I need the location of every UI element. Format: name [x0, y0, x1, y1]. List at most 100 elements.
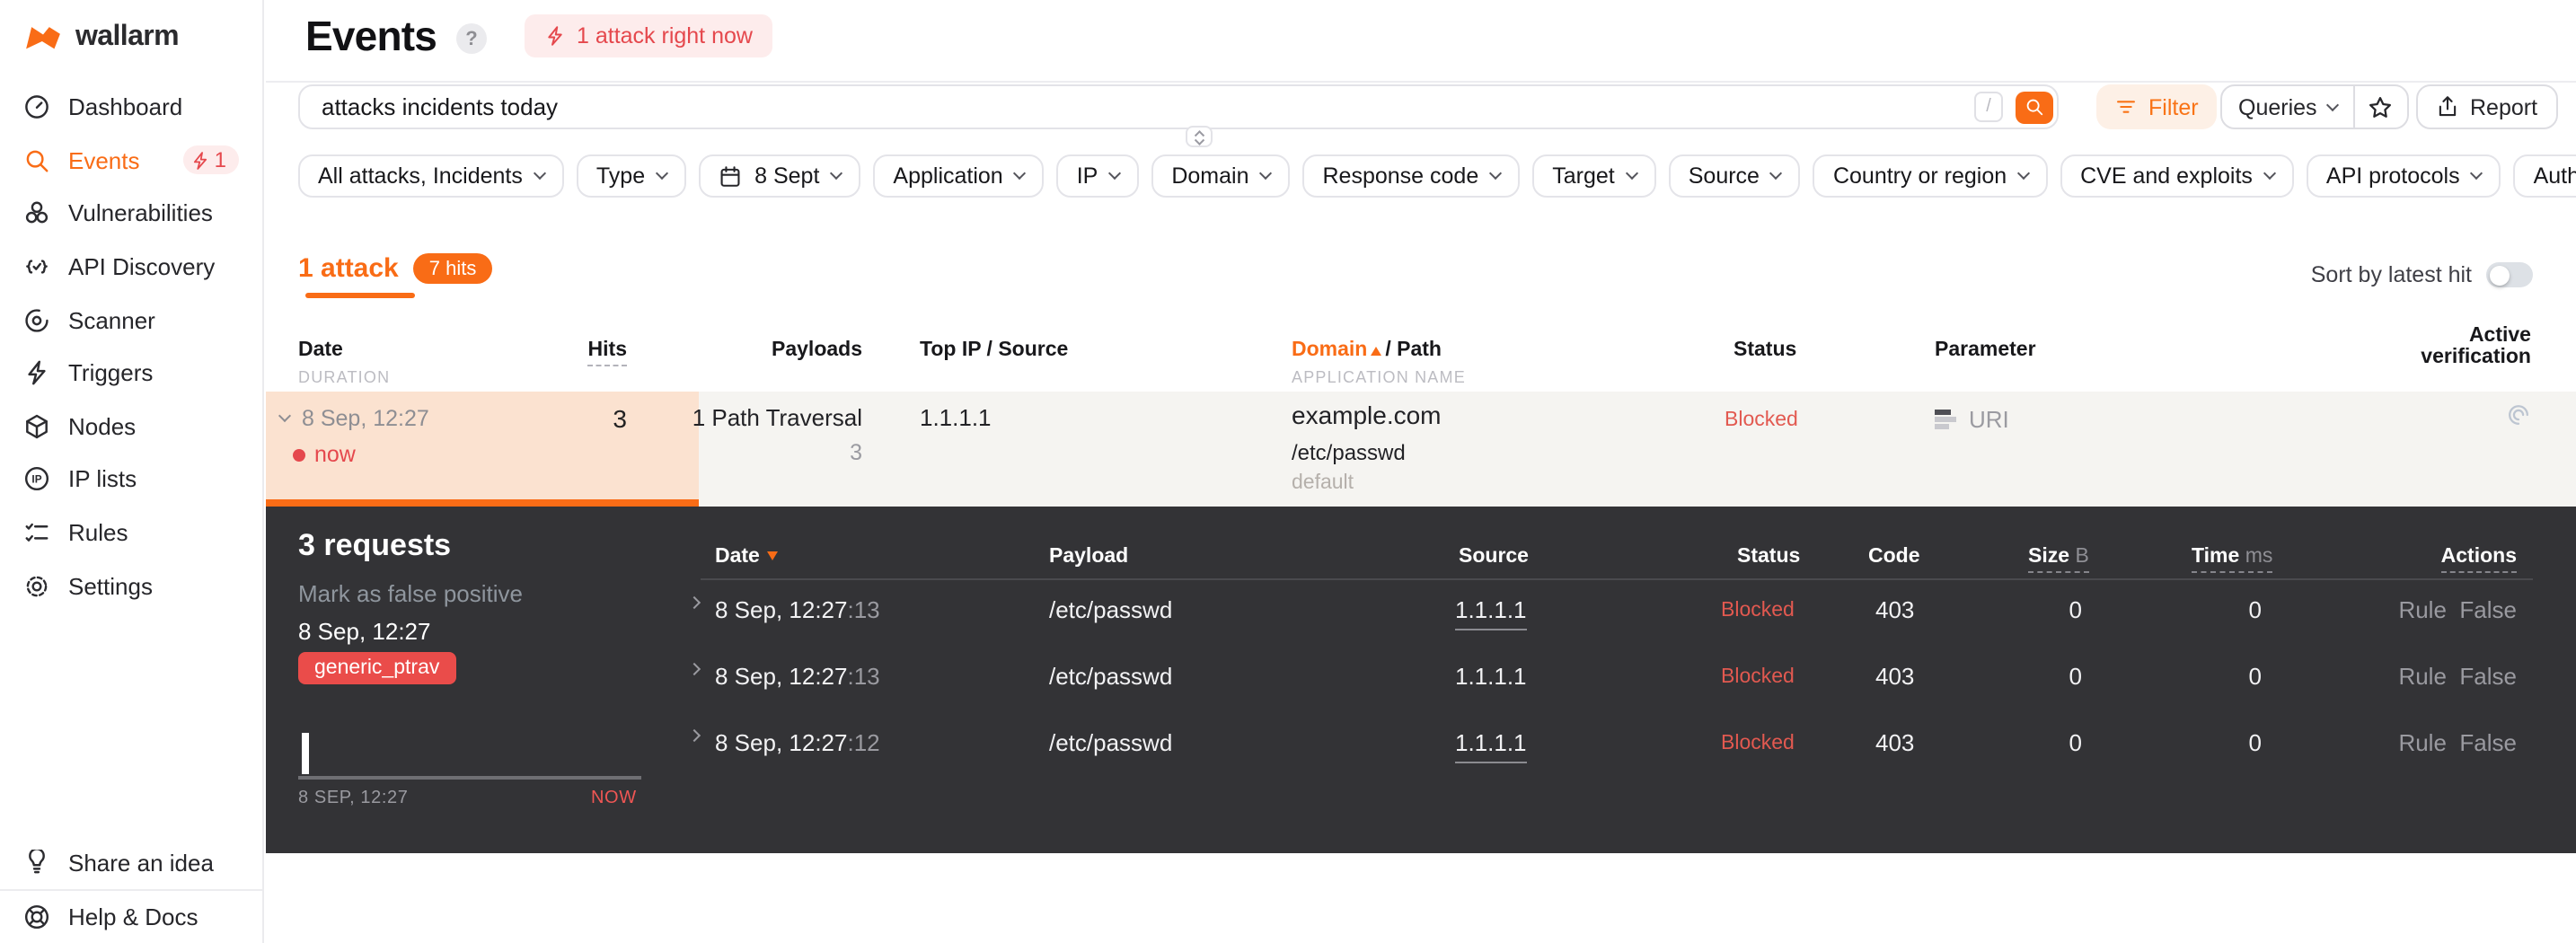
sidebar-item-scanner[interactable]: Scanner — [0, 294, 262, 347]
detail-col-actions[interactable]: Actions — [2440, 546, 2517, 573]
live-dot-icon — [293, 448, 305, 461]
search-expander[interactable] — [1186, 126, 1213, 147]
chip-application[interactable]: Application — [873, 154, 1045, 198]
col-header-active-verification: Active verification — [2421, 325, 2531, 368]
events-icon — [23, 147, 50, 174]
report-button[interactable]: Report — [2416, 84, 2558, 129]
rule-action[interactable]: Rule — [2398, 729, 2447, 756]
chip-type[interactable]: Type — [576, 154, 687, 198]
col-subheader-application-name: APPLICATION NAME — [1292, 368, 1466, 386]
settings-icon — [23, 572, 50, 599]
sort-label: Sort by latest hit — [2310, 262, 2472, 287]
api-discovery-icon — [23, 253, 50, 280]
triggers-icon — [23, 360, 50, 387]
attack-payload-count: 3 — [850, 440, 862, 465]
chip-country-region[interactable]: Country or region — [1813, 154, 2049, 198]
queries-dropdown[interactable]: Queries — [2222, 86, 2353, 128]
favorite-query-button[interactable] — [2352, 86, 2407, 128]
sidebar-item-settings[interactable]: Settings — [0, 560, 262, 613]
attack-alert-badge[interactable]: 1 attack right now — [525, 14, 772, 57]
nodes-icon — [23, 413, 50, 440]
request-size: 0 — [2069, 663, 2082, 690]
sidebar-item-vulnerabilities[interactable]: Vulnerabilities — [0, 187, 262, 240]
search-button[interactable] — [2015, 91, 2052, 123]
col-header-parameter: Parameter — [1935, 339, 2036, 361]
attack-top-ip[interactable]: 1.1.1.1 — [920, 404, 992, 431]
attack-details-panel: 3 requests Mark as false positive 8 Sep,… — [266, 507, 2576, 853]
slash-shortcut-key: / — [1974, 92, 2003, 122]
detail-col-date[interactable]: Date — [715, 546, 778, 568]
sidebar-item-help-docs[interactable]: Help & Docs — [0, 889, 262, 943]
chip-authentication[interactable]: Authentication — [2513, 154, 2576, 198]
sort-by-latest-hit: Sort by latest hit — [2311, 262, 2533, 287]
attack-date-cell[interactable]: 8 Sep, 12:27 now 3 — [266, 392, 699, 507]
attack-hits-value: 3 — [613, 404, 627, 433]
chip-cve-exploits[interactable]: CVE and exploits — [2060, 154, 2294, 198]
col-header-domain-path[interactable]: Domain / Path — [1292, 339, 1442, 361]
search-box: / — [298, 84, 2059, 129]
chevron-down-icon — [2470, 166, 2483, 181]
request-row[interactable]: 8 Sep, 12:27:13 /etc/passwd 1.1.1.1 Bloc… — [266, 593, 2576, 647]
sort-asc-icon — [1371, 347, 1382, 356]
vulnerabilities-icon — [23, 200, 50, 227]
rule-action[interactable]: Rule — [2398, 596, 2447, 623]
request-date: 8 Sep, 12:27:13 — [715, 596, 880, 623]
sidebar-item-label: Dashboard — [68, 93, 183, 121]
col-header-hits[interactable]: Hits — [587, 339, 627, 366]
request-source[interactable]: 1.1.1.1 — [1455, 663, 1527, 690]
request-source[interactable]: 1.1.1.1 — [1455, 729, 1527, 763]
false-action[interactable]: False — [2459, 596, 2517, 623]
false-action[interactable]: False — [2459, 663, 2517, 690]
request-code: 403 — [1875, 663, 1915, 690]
request-code: 403 — [1875, 596, 1915, 623]
collapse-icon[interactable] — [278, 409, 292, 423]
chip-all-attacks-incidents[interactable]: All attacks, Incidents — [298, 154, 564, 198]
events-attack-badge: 1 — [183, 145, 239, 175]
chip-target[interactable]: Target — [1532, 154, 1656, 198]
chip-ip[interactable]: IP — [1056, 154, 1140, 198]
sidebar-item-rules[interactable]: Rules — [0, 507, 262, 560]
chevron-down-icon — [533, 166, 546, 181]
sidebar-item-dashboard[interactable]: Dashboard — [0, 81, 262, 134]
search-input[interactable] — [300, 86, 1971, 128]
chip-response-code[interactable]: Response code — [1302, 154, 1521, 198]
queries-label: Queries — [2238, 94, 2317, 119]
report-button-label: Report — [2470, 94, 2538, 119]
filter-icon — [2114, 95, 2138, 119]
expand-icon[interactable] — [687, 728, 701, 743]
sidebar-item-triggers[interactable]: Triggers — [0, 347, 262, 400]
brand-logo[interactable]: wallarm — [23, 22, 180, 54]
active-verification-icon[interactable] — [2506, 402, 2531, 427]
chip-source[interactable]: Source — [1668, 154, 1801, 198]
sidebar-item-events[interactable]: Events 1 — [0, 134, 262, 187]
request-payload: /etc/passwd — [1049, 729, 1173, 756]
chip-date[interactable]: 8 Sept — [699, 154, 861, 198]
chip-api-protocols[interactable]: API protocols — [2306, 154, 2501, 198]
help-icon[interactable] — [456, 23, 487, 54]
false-action[interactable]: False — [2459, 729, 2517, 756]
request-row[interactable]: 8 Sep, 12:27:12 /etc/passwd 1.1.1.1 Bloc… — [266, 726, 2576, 780]
rule-action[interactable]: Rule — [2398, 663, 2447, 690]
sidebar-item-share-idea[interactable]: Share an idea — [0, 835, 262, 889]
request-actions: Rule False — [2398, 663, 2517, 690]
chip-domain[interactable]: Domain — [1151, 154, 1291, 198]
detail-col-time[interactable]: Time ms — [2192, 546, 2273, 573]
sidebar-item-nodes[interactable]: Nodes — [0, 400, 262, 453]
filter-button[interactable]: Filter — [2096, 84, 2217, 129]
attack-row[interactable]: 8 Sep, 12:27 now 3 1 Path Traversal 3 1.… — [266, 392, 2576, 507]
brand-name: wallarm — [75, 22, 180, 52]
bolt-icon — [544, 25, 566, 47]
sidebar-item-ip-lists[interactable]: IP lists — [0, 453, 262, 506]
expand-icon[interactable] — [687, 662, 701, 676]
timeline-now-label: NOW — [591, 789, 637, 808]
request-source[interactable]: 1.1.1.1 — [1455, 596, 1527, 630]
attack-status: Blocked — [1725, 410, 1798, 431]
sidebar-item-api-discovery[interactable]: API Discovery — [0, 241, 262, 294]
sort-toggle[interactable] — [2486, 262, 2533, 287]
detail-col-size[interactable]: Size B — [2028, 546, 2089, 573]
header-divider — [266, 81, 2576, 83]
expand-icon[interactable] — [687, 595, 701, 610]
request-row[interactable]: 8 Sep, 12:27:13 /etc/passwd 1.1.1.1 Bloc… — [266, 659, 2576, 713]
request-actions: Rule False — [2398, 729, 2517, 756]
bolt-icon — [191, 151, 211, 171]
